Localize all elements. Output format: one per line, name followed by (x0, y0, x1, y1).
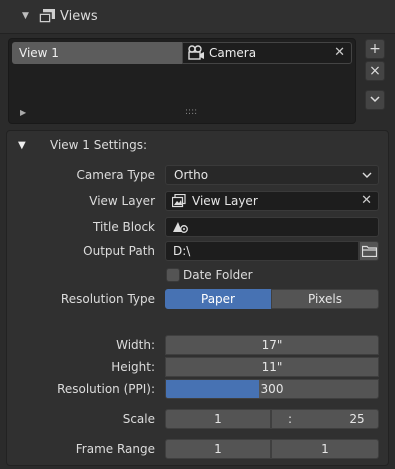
scale-separator: : (288, 412, 293, 426)
view-layer-field[interactable]: View Layer ✕ (165, 191, 379, 211)
resolution-type-label: Resolution Type (60, 292, 155, 306)
resolution-label: Resolution (PPI): (57, 382, 155, 396)
list-item[interactable]: View 1 Camera ✕ (12, 42, 352, 64)
expand-list-icon[interactable]: ▶ (20, 108, 26, 117)
clear-camera-icon[interactable]: ✕ (334, 43, 345, 63)
collapse-triangle-icon[interactable]: ▼ (22, 11, 29, 21)
views-panel-header[interactable]: ▼ Views (0, 0, 395, 34)
scale-right-field[interactable]: : 25 (271, 409, 379, 429)
frame-end-field[interactable]: 1 (271, 439, 379, 459)
scale-left-value: 1 (214, 412, 222, 426)
output-path-label: Output Path (83, 244, 155, 258)
title-block-field[interactable] (165, 217, 379, 237)
view-name-field[interactable]: View 1 (12, 42, 182, 64)
panel-title: Views (60, 9, 98, 24)
view-layer-label: View Layer (89, 194, 155, 208)
camera-type-label: Camera Type (76, 168, 155, 182)
resolution-type-pixels-button[interactable]: Pixels (271, 289, 379, 309)
folder-icon (361, 245, 378, 260)
view-layer-value: View Layer (192, 194, 258, 208)
scale-left-field[interactable]: 1 (165, 409, 271, 429)
resolution-slider[interactable]: 300 (165, 379, 379, 399)
camera-field[interactable]: Camera ✕ (182, 42, 352, 64)
chevron-down-icon (362, 166, 372, 189)
scale-label: Scale (122, 412, 155, 426)
view-layer-icon (171, 193, 186, 213)
clear-view-layer-icon[interactable]: ✕ (361, 192, 372, 210)
more-options-button[interactable] (365, 90, 385, 110)
chevron-down-icon (370, 93, 380, 106)
settings-title: View 1 Settings: (50, 138, 148, 152)
date-folder-label: Date Folder (183, 268, 253, 282)
height-field[interactable]: 11" (165, 357, 379, 377)
views-icon (38, 8, 56, 27)
camera-type-value: Ortho (174, 168, 209, 182)
shapes-icon (172, 220, 188, 239)
browse-folder-button[interactable] (359, 241, 379, 261)
height-label: Height: (111, 360, 155, 374)
width-label: Width: (116, 338, 155, 352)
camera-name: Camera (209, 46, 257, 60)
add-view-button[interactable]: + (365, 39, 385, 59)
date-folder-checkbox[interactable] (166, 268, 180, 282)
scale-right-value: 25 (349, 412, 365, 426)
width-field[interactable]: 17" (165, 335, 379, 355)
frame-range-label: Frame Range (75, 442, 155, 456)
frame-start-field[interactable]: 1 (165, 439, 271, 459)
remove-view-button[interactable]: × (365, 61, 385, 81)
camera-type-dropdown[interactable]: Ortho (165, 165, 379, 185)
resolution-value: 300 (260, 382, 284, 396)
resolution-type-paper-button[interactable]: Paper (165, 289, 271, 309)
camera-icon (187, 45, 205, 67)
output-path-input[interactable]: D:\ (165, 241, 359, 261)
settings-collapse-icon[interactable]: ▼ (18, 140, 26, 151)
list-resize-grip[interactable]: :::: (185, 107, 197, 117)
title-block-label: Title Block (93, 220, 155, 234)
